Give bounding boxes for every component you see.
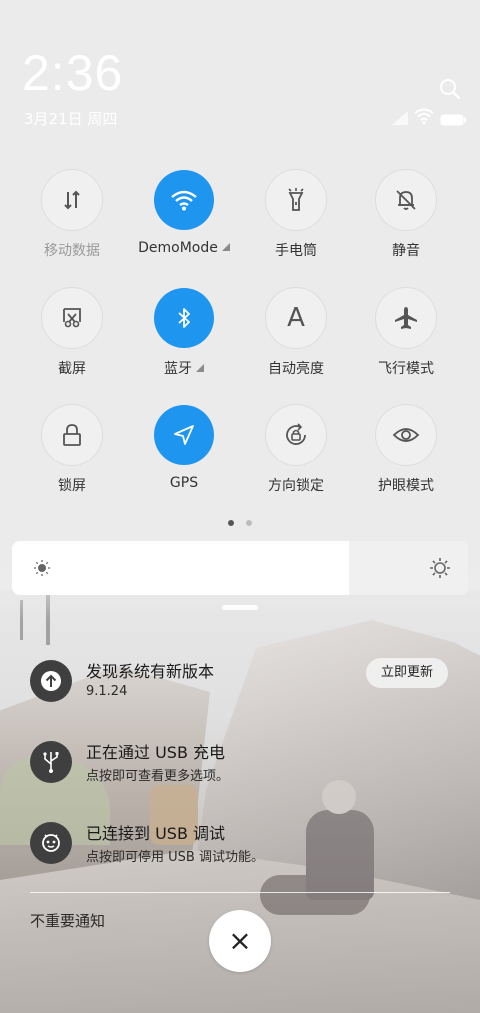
brightness-slider[interactable] bbox=[12, 541, 468, 595]
date-label: 3月21日 周四 bbox=[24, 110, 118, 128]
status-bar-icons bbox=[392, 108, 466, 126]
battery-icon bbox=[440, 111, 466, 130]
rotation-lock-icon bbox=[266, 405, 326, 465]
clear-all-button[interactable]: × bbox=[209, 910, 271, 972]
usb-icon bbox=[30, 741, 72, 783]
toggle-label: 蓝牙 bbox=[164, 361, 192, 377]
toggle-airplane[interactable]: 飞行模式 bbox=[356, 288, 456, 378]
drag-handle[interactable] bbox=[222, 605, 258, 610]
toggle-label: 护眼模式 bbox=[378, 478, 434, 494]
wifi-status-icon bbox=[414, 108, 434, 128]
toggle-label: 截屏 bbox=[58, 361, 86, 377]
toggle-rotation-lock[interactable]: 方向锁定 bbox=[246, 405, 346, 495]
notification-title: 已连接到 USB 调试 bbox=[86, 824, 226, 843]
page-dot-active bbox=[228, 520, 234, 526]
toggle-lock-screen[interactable]: 锁屏 bbox=[22, 405, 122, 495]
notification-subtitle: 点按即可查看更多选项。 bbox=[86, 769, 230, 784]
search-icon[interactable] bbox=[438, 77, 462, 101]
notification-subtitle: 9.1.24 bbox=[86, 684, 128, 699]
toggle-label: 移动数据 bbox=[44, 243, 100, 259]
notification-system-update[interactable]: 发现系统有新版本 9.1.24 立即更新 bbox=[30, 658, 470, 718]
notification-usb-charging[interactable]: 正在通过 USB 充电 点按即可查看更多选项。 bbox=[30, 739, 470, 799]
mute-bell-icon bbox=[376, 170, 436, 230]
bluetooth-icon bbox=[154, 288, 214, 348]
toggle-wifi[interactable]: DemoMode bbox=[134, 170, 234, 256]
toggle-screenshot[interactable]: 截屏 bbox=[22, 288, 122, 378]
signal-icon bbox=[392, 110, 408, 129]
brightness-low-icon bbox=[34, 560, 50, 576]
toggle-label: 方向锁定 bbox=[268, 478, 324, 494]
eye-icon bbox=[376, 405, 436, 465]
gps-icon bbox=[154, 405, 214, 465]
notification-title: 正在通过 USB 充电 bbox=[86, 743, 226, 762]
notification-title: 发现系统有新版本 bbox=[86, 662, 215, 681]
toggle-auto-brightness[interactable]: A 自动亮度 bbox=[246, 288, 346, 378]
debug-bug-icon bbox=[30, 822, 72, 864]
toggle-flashlight[interactable]: 手电筒 bbox=[246, 170, 346, 260]
unimportant-notifications-link[interactable]: 不重要通知 bbox=[30, 910, 105, 931]
notification-usb-debugging[interactable]: 已连接到 USB 调试 点按即可停用 USB 调试功能。 bbox=[30, 820, 470, 880]
page-dot bbox=[246, 520, 252, 526]
flashlight-icon bbox=[266, 170, 326, 230]
airplane-icon bbox=[376, 288, 436, 348]
toggle-label: 自动亮度 bbox=[268, 361, 324, 377]
clock-time: 2:36 bbox=[22, 45, 124, 101]
screenshot-icon bbox=[42, 288, 102, 348]
auto-brightness-icon: A bbox=[266, 288, 326, 348]
lock-icon bbox=[42, 405, 102, 465]
update-arrow-icon bbox=[30, 660, 72, 702]
wifi-icon bbox=[154, 170, 214, 230]
update-now-button[interactable]: 立即更新 bbox=[366, 658, 448, 688]
brightness-track-remaining bbox=[349, 541, 468, 595]
notification-subtitle: 点按即可停用 USB 调试功能。 bbox=[86, 850, 264, 865]
toggle-label: 静音 bbox=[392, 243, 420, 259]
page-indicator bbox=[228, 520, 252, 528]
toggle-mobile-data[interactable]: 移动数据 bbox=[22, 170, 122, 260]
toggle-label: DemoMode bbox=[138, 240, 218, 256]
divider bbox=[30, 892, 450, 893]
toggle-mute[interactable]: 静音 bbox=[356, 170, 456, 260]
brightness-high-icon bbox=[430, 558, 450, 578]
toggle-label: 锁屏 bbox=[58, 478, 86, 494]
toggle-label: 飞行模式 bbox=[378, 361, 434, 377]
toggle-gps[interactable]: GPS bbox=[134, 405, 234, 491]
toggle-eye-care[interactable]: 护眼模式 bbox=[356, 405, 456, 495]
mobile-data-icon bbox=[42, 170, 102, 230]
close-icon: × bbox=[228, 924, 252, 957]
toggle-label: 手电筒 bbox=[275, 243, 317, 259]
expand-corner-icon bbox=[196, 364, 204, 372]
expand-corner-icon bbox=[221, 243, 230, 251]
toggle-label: GPS bbox=[169, 475, 199, 491]
toggle-bluetooth[interactable]: 蓝牙 bbox=[134, 288, 234, 378]
